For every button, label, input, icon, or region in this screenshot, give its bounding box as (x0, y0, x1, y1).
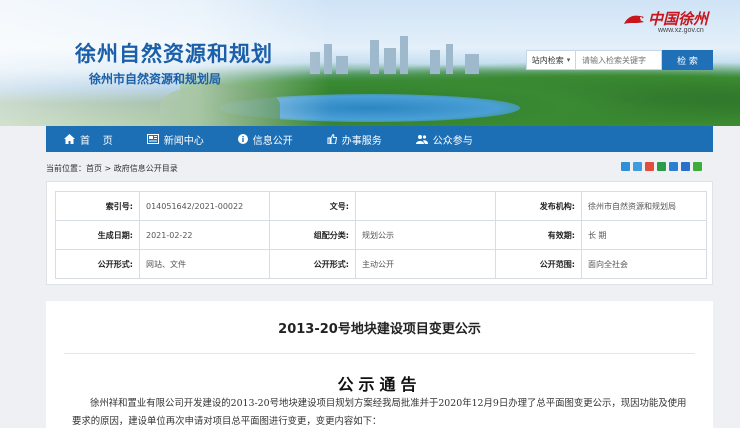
nav-item-label: 新闻中心 (163, 135, 204, 147)
info-table-panel: 索引号: 014051642/2021-00022 文号: 发布机构: 徐州市自… (46, 181, 713, 285)
notice-heading: 公示通告 (337, 375, 422, 394)
users-icon (415, 135, 428, 144)
share-qzone-icon[interactable] (621, 162, 630, 171)
nav-item-home[interactable]: 首 页 (64, 126, 113, 152)
thumbs-up-icon (327, 134, 337, 144)
table-value: 2021-02-22 (139, 220, 270, 250)
table-label: 生成日期: (55, 220, 140, 250)
nav-item-news[interactable]: 新闻中心 (146, 126, 204, 152)
table-value: 面向全社会 (581, 249, 707, 279)
search-input[interactable] (576, 50, 662, 70)
nav-item-label: 办事服务 (341, 135, 382, 147)
nav-item-info-disclosure[interactable]: 信息公开 (237, 126, 293, 152)
share-bar (621, 162, 702, 171)
table-label: 公开形式: (55, 249, 140, 279)
share-wechat-icon[interactable] (693, 162, 702, 171)
breadcrumb-current-link[interactable]: 政府信息公开目录 (114, 163, 178, 174)
table-label: 有效期: (495, 220, 582, 250)
table-value: 014051642/2021-00022 (139, 191, 270, 221)
share-tencent-weibo-icon[interactable] (645, 162, 654, 171)
search-bar: 站内检索 ▾ 检 索 (526, 50, 713, 70)
newspaper-icon (146, 134, 159, 144)
search-scope-label: 站内检索 (531, 55, 564, 65)
nav-item-services[interactable]: 办事服务 (327, 126, 382, 152)
table-value: 长 期 (581, 220, 707, 250)
table-label: 公开范围: (495, 249, 582, 279)
table-label: 文号: (269, 191, 356, 221)
share-renren-icon[interactable] (681, 162, 690, 171)
breadcrumb-separator: > (102, 163, 114, 173)
breadcrumb-home-link[interactable]: 首页 (86, 163, 102, 174)
table-label: 索引号: (55, 191, 140, 221)
article-paragraph: 徐州祥和置业有限公司开发建设的2013-20号地块建设项目规划方案经我局批准并于… (72, 398, 687, 427)
share-douban-icon[interactable] (657, 162, 666, 171)
breadcrumb-prefix: 当前位置： (46, 163, 86, 173)
brand-name: 中国徐州 (648, 10, 709, 28)
nav-item-label: 信息公开 (252, 135, 293, 147)
site-title[interactable]: 徐州自然资源和规划 (75, 38, 273, 68)
nav-item-participation[interactable]: 公众参与 (415, 126, 473, 152)
search-button[interactable]: 检 索 (662, 50, 713, 70)
table-label: 组配分类: (269, 220, 356, 250)
table-label: 公开形式: (269, 249, 356, 279)
table-label: 发布机构: (495, 191, 582, 221)
main-nav: 首 页 新闻中心 信息公开 办事服务 公众参与 (46, 126, 713, 152)
table-value (355, 191, 496, 221)
table-row: 公开形式: 网站、文件 公开形式: 主动公开 公开范围: 面向全社会 (55, 249, 707, 279)
info-table: 索引号: 014051642/2021-00022 文号: 发布机构: 徐州市自… (55, 191, 707, 279)
brand-url: www.xz.gov.cn (658, 27, 704, 34)
home-icon (64, 134, 75, 144)
table-row: 索引号: 014051642/2021-00022 文号: 发布机构: 徐州市自… (55, 191, 707, 221)
dragon-mark-icon (624, 15, 644, 24)
table-value: 徐州市自然资源和规划局 (581, 191, 707, 221)
brand-logo[interactable]: 中国徐州 www.xz.gov.cn (622, 8, 718, 36)
info-icon (237, 134, 248, 144)
share-tieba-icon[interactable] (669, 162, 678, 171)
search-scope-select[interactable]: 站内检索 ▾ (526, 50, 576, 70)
site-subtitle: 徐州市自然资源和规划局 (89, 72, 222, 86)
article-title: 2013-20号地块建设项目变更公示 (278, 322, 481, 337)
banner-skyline (300, 34, 500, 74)
table-row: 生成日期: 2021-02-22 组配分类: 规划公示 有效期: 长 期 (55, 220, 707, 250)
nav-item-label: 首 页 (80, 135, 113, 147)
title-divider (64, 353, 695, 354)
table-value: 规划公示 (355, 220, 496, 250)
nav-item-label: 公众参与 (432, 135, 473, 147)
table-value: 主动公开 (355, 249, 496, 279)
chevron-down-icon: ▾ (566, 56, 571, 64)
table-value: 网站、文件 (139, 249, 270, 279)
share-weibo-icon[interactable] (633, 162, 642, 171)
article-panel: 2013-20号地块建设项目变更公示 公示通告 徐州祥和置业有限公司开发建设的2… (46, 301, 713, 428)
breadcrumb: 当前位置： 首页 > 政府信息公开目录 (46, 158, 713, 178)
